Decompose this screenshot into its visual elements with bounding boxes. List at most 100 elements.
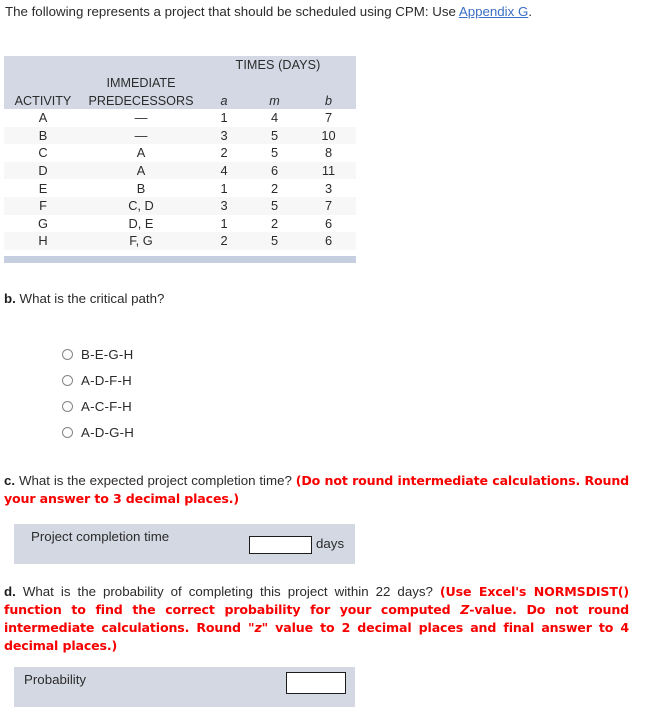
spacer-cell-5 xyxy=(248,74,301,91)
cell-predecessors: D, E xyxy=(128,215,154,231)
option-row-2[interactable]: A-D-F-H xyxy=(62,367,134,393)
header-optimistic-a: a xyxy=(200,91,248,109)
intro-text-before: The following represents a project that … xyxy=(5,4,459,19)
cpm-activity-table: TIMES (DAYS) IMMEDIATE ACTIVITY PREDECES… xyxy=(4,56,356,250)
option-label-4: A-D-G-H xyxy=(81,424,135,440)
cell-activity: G xyxy=(38,215,48,231)
part-c-label: c. xyxy=(4,473,16,488)
cell-b: 6 xyxy=(301,232,356,250)
option-label-3: A-C-F-H xyxy=(81,398,132,414)
part-d-label: d. xyxy=(4,584,16,599)
table-row: D A 4 6 11 xyxy=(4,161,356,180)
cell-b: 8 xyxy=(324,145,333,161)
cell-b: 10 xyxy=(301,126,356,145)
option-row-1[interactable]: B-E-G-H xyxy=(62,341,134,367)
question-part-c: c. What is the expected project completi… xyxy=(4,472,629,508)
cell-a: 3 xyxy=(200,196,248,215)
table-row: F C, D 3 5 7 xyxy=(4,196,356,215)
cell-predecessors: B xyxy=(136,180,146,196)
table-row: C A 2 5 8 xyxy=(4,144,356,162)
option-row-4[interactable]: A-D-G-H xyxy=(62,419,134,445)
cell-activity: E xyxy=(38,180,48,196)
table-row: A — 1 4 7 xyxy=(4,109,356,127)
part-d-question: What is the probability of completing th… xyxy=(22,584,433,599)
part-b-question: What is the critical path? xyxy=(19,291,165,306)
cell-m: 5 xyxy=(248,232,301,250)
cell-m: 5 xyxy=(248,196,301,215)
cell-b: 3 xyxy=(324,180,333,196)
cell-b: 7 xyxy=(324,110,333,126)
times-days-group-header: TIMES (DAYS) xyxy=(200,56,356,74)
cell-m: 2 xyxy=(270,180,279,196)
appendix-g-link[interactable]: Appendix G xyxy=(459,4,528,19)
spacer-cell-1 xyxy=(4,56,82,74)
cell-activity: C xyxy=(38,145,48,161)
header-pessimistic-b: b xyxy=(301,91,356,109)
cell-activity: H xyxy=(4,232,82,250)
part-b-options-group: B-E-G-H A-D-F-H A-C-F-H A-D-G-H xyxy=(62,341,134,445)
cell-predecessors: — xyxy=(82,126,200,145)
project-completion-time-input[interactable] xyxy=(249,536,312,554)
cell-predecessors: A xyxy=(82,161,200,180)
cell-m: 2 xyxy=(270,215,279,231)
radio-icon[interactable] xyxy=(62,400,73,412)
cell-m: 5 xyxy=(270,145,279,161)
cell-activity: F xyxy=(4,196,82,215)
cell-b: 7 xyxy=(301,196,356,215)
header-immediate: IMMEDIATE xyxy=(82,74,200,91)
cell-a: 1 xyxy=(220,180,228,196)
part-c-unit-label: days xyxy=(316,536,345,551)
option-label-2: A-D-F-H xyxy=(81,372,132,388)
part-d-instr-italic-z: z xyxy=(254,620,262,635)
cell-a: 2 xyxy=(200,232,248,250)
table-header-times-row: TIMES (DAYS) xyxy=(4,56,356,74)
spacer-cell-6 xyxy=(301,74,356,91)
part-c-question: What is the expected project completion … xyxy=(18,473,292,488)
table-row: E B 1 2 3 xyxy=(4,179,356,197)
cell-b: 11 xyxy=(301,161,356,180)
header-activity: ACTIVITY xyxy=(4,91,82,109)
radio-icon[interactable] xyxy=(62,426,73,438)
intro-paragraph: The following represents a project that … xyxy=(5,2,645,21)
cell-a: 4 xyxy=(200,161,248,180)
option-label-1: B-E-G-H xyxy=(81,346,134,362)
cell-m: 5 xyxy=(248,126,301,145)
part-d-instr-italic-Z: Z xyxy=(460,602,470,617)
option-row-3[interactable]: A-C-F-H xyxy=(62,393,134,419)
cell-a: 1 xyxy=(220,215,228,231)
question-part-b: b. What is the critical path? xyxy=(4,290,424,308)
cell-predecessors: C, D xyxy=(82,196,200,215)
spacer-cell-4 xyxy=(200,74,248,91)
spacer-cell-3 xyxy=(4,74,82,91)
part-d-answer-label: Probability xyxy=(24,672,87,687)
cell-activity: B xyxy=(4,126,82,145)
radio-icon[interactable] xyxy=(62,374,73,386)
table-header-immediate-row: IMMEDIATE xyxy=(4,74,356,91)
radio-icon[interactable] xyxy=(62,348,73,360)
cell-a: 1 xyxy=(220,110,228,126)
cell-activity: D xyxy=(4,161,82,180)
table-footer-bar xyxy=(4,256,356,263)
cell-predecessors: — xyxy=(134,110,148,126)
table-row: G D, E 1 2 6 xyxy=(4,215,356,233)
header-mostlikely-m: m xyxy=(248,91,301,109)
cell-predecessors: F, G xyxy=(82,232,200,250)
cell-activity: A xyxy=(38,110,48,126)
table-row: H F, G 2 5 6 xyxy=(4,232,356,250)
spacer-cell-2 xyxy=(82,56,200,74)
part-d-answer-panel: Probability xyxy=(14,667,355,707)
part-c-answer-label: Project completion time xyxy=(31,529,170,544)
table-row: B — 3 5 10 xyxy=(4,126,356,145)
part-c-answer-panel: Project completion time days xyxy=(14,524,355,564)
cell-a: 3 xyxy=(200,126,248,145)
cell-a: 2 xyxy=(220,145,228,161)
header-predecessors: PREDECESSORS xyxy=(82,91,200,109)
table-header-columns-row: ACTIVITY PREDECESSORS a m b xyxy=(4,91,356,109)
question-part-d: d. What is the probability of completing… xyxy=(4,583,629,655)
probability-input[interactable] xyxy=(286,672,346,694)
cell-m: 6 xyxy=(248,161,301,180)
cell-b: 6 xyxy=(324,215,333,231)
part-b-label: b. xyxy=(4,291,16,306)
cell-predecessors: A xyxy=(136,145,146,161)
intro-text-after: . xyxy=(528,4,533,19)
